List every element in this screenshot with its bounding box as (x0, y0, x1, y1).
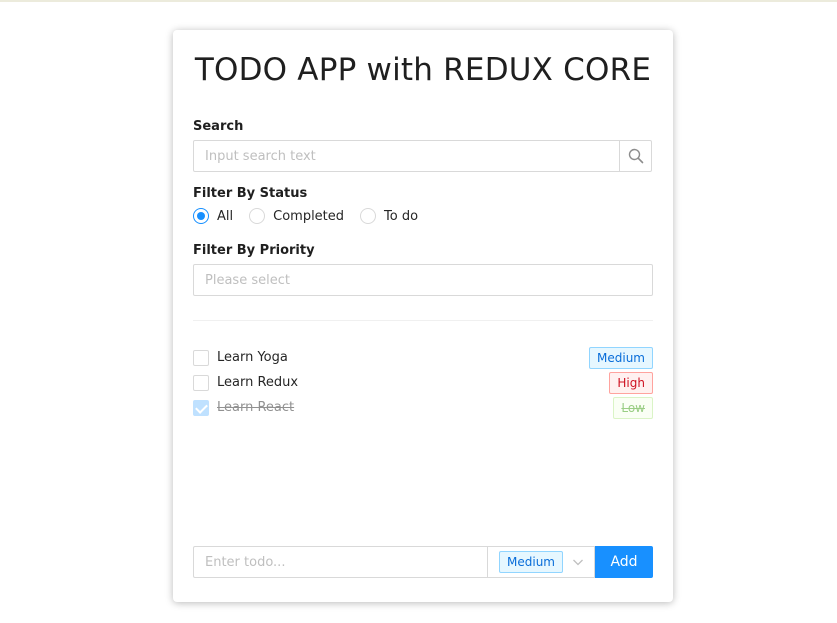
todo-checkbox-label[interactable]: Learn React (193, 399, 295, 416)
todo-card: TODO APP with REDUX CORE Search Filter B… (173, 30, 673, 602)
todo-text: Learn Redux (217, 375, 299, 390)
status-radio-group: All Completed To do (193, 208, 434, 224)
search-label: Search (193, 119, 244, 134)
radio-completed[interactable]: Completed (249, 208, 344, 224)
priority-filter-label: Filter By Priority (193, 243, 315, 258)
todo-checkbox[interactable] (193, 349, 209, 366)
status-filter-label: Filter By Status (193, 186, 308, 201)
add-button[interactable]: Add (595, 546, 653, 578)
radio-todo[interactable]: To do (360, 208, 418, 224)
top-border (0, 0, 837, 2)
todo-checkbox-label[interactable]: Learn Yoga (193, 349, 288, 366)
todo-checkbox[interactable] (193, 399, 209, 416)
radio-circle[interactable] (249, 208, 266, 224)
radio-label: Completed (273, 208, 345, 224)
search-box (193, 140, 652, 172)
todo-list: Learn Yoga Medium Learn Redux High Learn… (193, 345, 653, 420)
radio-label: To do (384, 208, 419, 224)
todo-checkbox[interactable] (193, 374, 209, 391)
priority-tag: Low (613, 396, 653, 419)
todo-item: Learn React Low (193, 395, 653, 420)
todo-input[interactable] (193, 546, 487, 578)
priority-tag: Medium (589, 346, 653, 369)
add-todo-form: Medium Add (193, 546, 653, 578)
chevron-down-icon (573, 559, 583, 566)
priority-filter-select[interactable]: Please select (193, 264, 653, 296)
radio-label: All (217, 208, 234, 224)
radio-circle[interactable] (360, 208, 377, 224)
priority-tag: Medium (499, 551, 563, 573)
radio-circle[interactable] (193, 208, 209, 224)
todo-checkbox-label[interactable]: Learn Redux (193, 374, 299, 391)
todo-text: Learn React (217, 400, 295, 415)
todo-text: Learn Yoga (217, 350, 288, 365)
divider (193, 320, 653, 321)
priority-tag: High (609, 371, 653, 394)
todo-item: Learn Yoga Medium (193, 345, 653, 370)
search-input[interactable] (194, 141, 619, 171)
search-icon (628, 148, 643, 164)
page-title: TODO APP with REDUX CORE (194, 52, 652, 88)
search-button[interactable] (619, 141, 651, 171)
select-placeholder: Please select (205, 272, 290, 288)
todo-item: Learn Redux High (193, 370, 653, 395)
radio-all[interactable]: All (193, 208, 233, 224)
priority-select[interactable]: Medium (487, 546, 595, 578)
